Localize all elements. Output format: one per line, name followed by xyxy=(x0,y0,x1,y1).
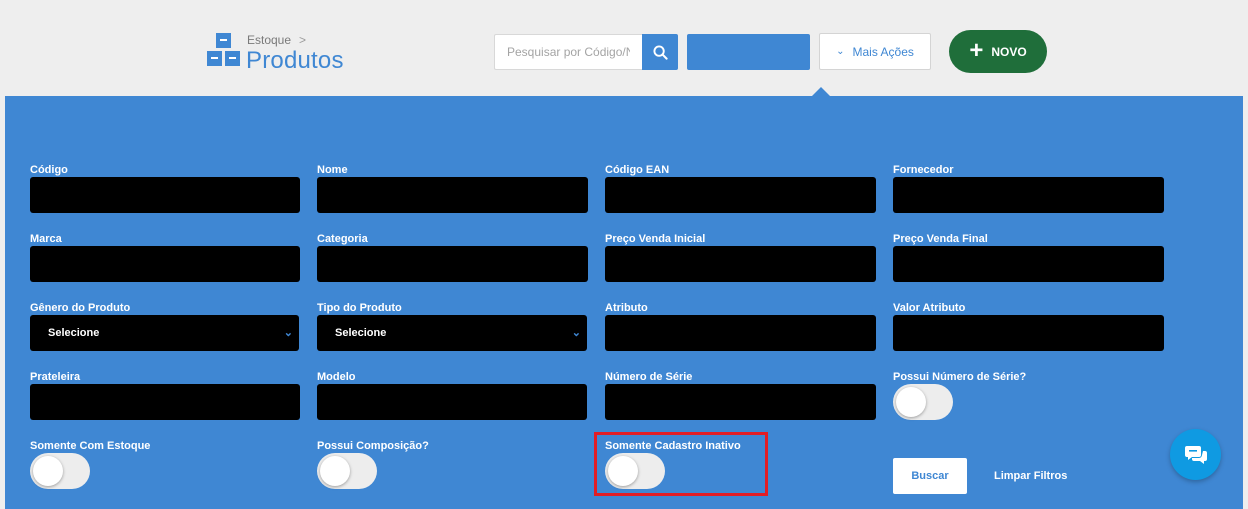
preco-final-input[interactable] xyxy=(893,246,1164,282)
label-atributo: Atributo xyxy=(605,302,648,314)
label-fornecedor: Fornecedor xyxy=(893,164,954,176)
label-prateleira: Prateleira xyxy=(30,371,81,383)
search-button[interactable] xyxy=(642,34,678,70)
label-possui-numero-serie: Possui Número de Série? xyxy=(893,371,1027,383)
preco-inicial-input[interactable] xyxy=(605,246,876,282)
label-codigo: Código xyxy=(30,164,68,176)
categoria-input[interactable] xyxy=(317,246,588,282)
label-valor-atributo: Valor Atributo xyxy=(893,302,966,314)
filter-toggle-button[interactable] xyxy=(687,34,810,70)
label-marca: Marca xyxy=(30,233,62,245)
search-icon xyxy=(652,44,668,60)
toggle-knob xyxy=(896,387,926,417)
label-possui-composicao: Possui Composição? xyxy=(317,440,429,452)
marca-input[interactable] xyxy=(30,246,300,282)
plus-icon: + xyxy=(969,36,984,64)
limpar-filtros-link[interactable]: Limpar Filtros xyxy=(994,470,1067,482)
breadcrumb-estoque[interactable]: Estoque xyxy=(247,33,291,47)
label-nome: Nome xyxy=(317,164,348,176)
label-modelo: Modelo xyxy=(317,371,356,383)
tipo-select-value: Selecione xyxy=(335,327,387,339)
somente-estoque-toggle[interactable] xyxy=(30,453,90,489)
prateleira-input[interactable] xyxy=(30,384,300,420)
codigo-input[interactable] xyxy=(30,177,300,213)
codigo-ean-input[interactable] xyxy=(605,177,876,213)
new-label: NOVO xyxy=(991,44,1027,59)
label-genero: Gênero do Produto xyxy=(30,302,131,314)
label-preco-final: Preço Venda Final xyxy=(893,233,988,245)
breadcrumb[interactable]: Estoque > xyxy=(247,33,306,47)
new-product-button[interactable]: + NOVO xyxy=(949,30,1047,73)
label-somente-estoque: Somente Com Estoque xyxy=(30,440,151,452)
chevron-down-icon: ⌄ xyxy=(836,46,845,57)
chevron-down-icon: ⌄ xyxy=(571,327,581,339)
possui-numero-serie-toggle[interactable] xyxy=(893,384,953,420)
panel-caret xyxy=(812,87,830,96)
buscar-button[interactable]: Buscar xyxy=(893,458,967,494)
label-numero-serie: Número de Série xyxy=(605,371,693,383)
label-preco-inicial: Preço Venda Inicial xyxy=(605,233,706,245)
nome-input[interactable] xyxy=(317,177,588,213)
highlight-box xyxy=(594,432,768,496)
more-actions-button[interactable]: ⌄ Mais Ações xyxy=(819,33,931,70)
modelo-input[interactable] xyxy=(317,384,587,420)
toggle-knob xyxy=(33,456,63,486)
atributo-input[interactable] xyxy=(605,315,876,351)
breadcrumb-separator: > xyxy=(299,33,307,47)
label-tipo: Tipo do Produto xyxy=(317,302,402,314)
label-codigo-ean: Código EAN xyxy=(605,164,670,176)
chat-icon xyxy=(1184,445,1207,464)
genero-select[interactable]: Selecione ⌄ xyxy=(30,315,299,351)
valor-atributo-input[interactable] xyxy=(893,315,1164,351)
toggle-knob xyxy=(320,456,350,486)
page-title: Produtos xyxy=(246,47,344,74)
possui-composicao-toggle[interactable] xyxy=(317,453,377,489)
numero-serie-input[interactable] xyxy=(605,384,876,420)
more-actions-label: Mais Ações xyxy=(852,44,914,59)
chevron-down-icon: ⌄ xyxy=(283,327,293,339)
genero-select-value: Selecione xyxy=(48,327,100,339)
fornecedor-input[interactable] xyxy=(893,177,1164,213)
chat-button[interactable] xyxy=(1170,429,1221,480)
tipo-select[interactable]: Selecione ⌄ xyxy=(317,315,587,351)
label-categoria: Categoria xyxy=(317,233,368,245)
search-input[interactable] xyxy=(494,34,642,70)
boxes-icon xyxy=(207,33,241,67)
